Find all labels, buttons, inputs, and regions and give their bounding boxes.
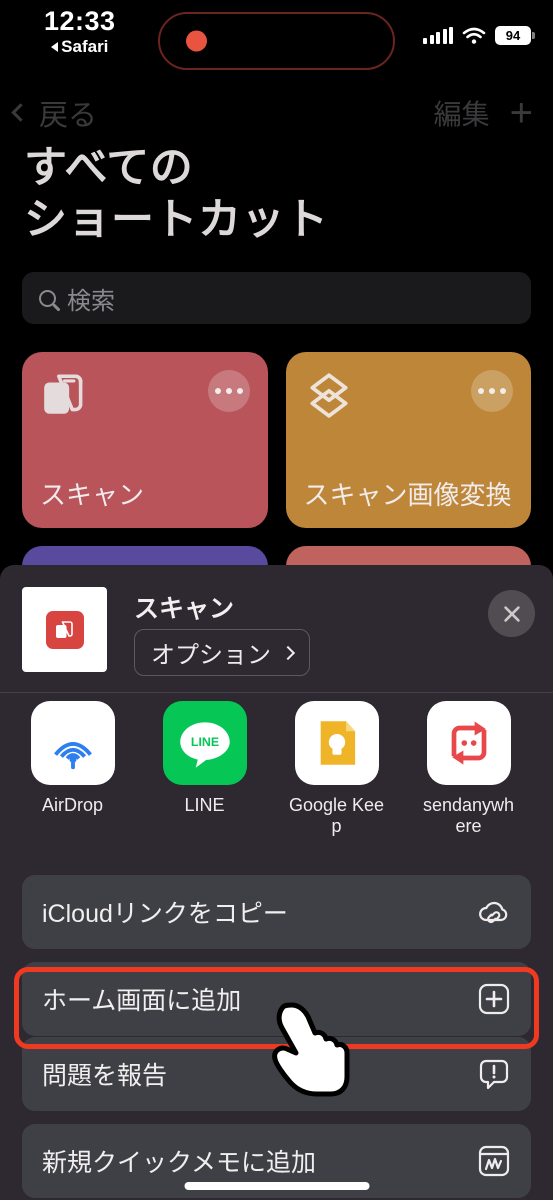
back-app-label: Safari: [61, 37, 109, 56]
shortcut-more-button[interactable]: [471, 370, 513, 412]
action-group: iCloudリンクをコピー: [22, 875, 531, 949]
cloud-link-icon: [479, 901, 508, 924]
action-label: iCloudリンクをコピー: [42, 900, 288, 928]
shortcut-card-label: スキャン: [40, 480, 145, 510]
nav-bar-right-group: 編集 +: [434, 93, 533, 133]
share-app-sendanywhere[interactable]: sendanywhere: [420, 701, 517, 837]
dynamic-island[interactable]: [158, 12, 395, 70]
share-app-line[interactable]: LINE LINE: [156, 701, 253, 816]
action-label: 新規クイックメモに追加: [42, 1149, 317, 1177]
quick-note-icon: [478, 1145, 510, 1177]
status-bar-left: 12:33 Safari: [44, 6, 116, 56]
sendanywhere-icon: [426, 701, 511, 785]
share-app-label: AirDrop: [41, 795, 103, 815]
share-app-row: AirDrop LINE LINE Google Keep sendanywhe…: [0, 701, 553, 841]
back-button[interactable]: 戻る: [11, 92, 98, 134]
options-button-label: オプション: [151, 642, 271, 669]
share-sheet-title: スキャン: [134, 595, 235, 623]
search-input[interactable]: 検索: [67, 281, 115, 316]
status-bar-right: 94: [423, 26, 535, 45]
action-row-add-to-home-screen[interactable]: ホーム画面に追加: [22, 962, 531, 1036]
options-button[interactable]: オプション: [134, 629, 310, 676]
action-label: 問題を報告: [42, 1062, 168, 1090]
action-label: ホーム画面に追加: [42, 987, 242, 1015]
document-scan-icon: [44, 374, 83, 414]
shortcut-grid: スキャン スキャン画像変換: [22, 352, 531, 586]
svg-text:LINE: LINE: [190, 735, 218, 749]
navigation-bar: 戻る 編集 +: [0, 85, 553, 140]
page-title: すべての ショートカット: [24, 142, 544, 247]
share-action-list: iCloudリンクをコピー ホーム画面に追加 問題を報告 新規クイックメモに追加: [22, 875, 531, 1200]
shortcut-more-button[interactable]: [207, 370, 250, 412]
share-app-google-keep[interactable]: Google Keep: [288, 701, 385, 837]
line-icon: LINE: [162, 701, 247, 785]
share-app-label: Google Keep: [288, 795, 385, 837]
chevron-left-icon: [11, 103, 30, 122]
search-field[interactable]: 検索: [22, 272, 531, 324]
add-shortcut-button[interactable]: +: [510, 93, 533, 133]
iphone-screen: 12:33 Safari 94 戻る 編集 + すべての ショートカット 検索 …: [0, 0, 553, 1200]
action-row-copy-icloud-link[interactable]: iCloudリンクをコピー: [22, 875, 531, 949]
action-row-report-problem[interactable]: 問題を報告: [22, 1037, 531, 1111]
search-icon: [39, 289, 56, 307]
screen-recording-dot-icon: [186, 30, 207, 52]
share-app-label: LINE: [184, 795, 225, 815]
back-arrow-icon: [51, 41, 59, 52]
chevron-right-icon: [280, 645, 296, 660]
cellular-bars-icon: [423, 27, 453, 44]
page-title-line-1: すべての: [24, 144, 194, 192]
clock: 12:33: [44, 6, 116, 36]
close-button[interactable]: [488, 590, 535, 637]
shortcut-thumbnail: [22, 587, 107, 672]
plus-square-icon: [478, 983, 510, 1015]
document-scan-icon: [45, 610, 84, 649]
layers-diamond-icon: [309, 373, 348, 418]
edit-button[interactable]: 編集: [434, 93, 490, 133]
share-app-label: sendanywhere: [422, 795, 515, 837]
airdrop-icon: [30, 701, 115, 785]
share-sheet-header: スキャン オプション: [0, 565, 553, 693]
shortcut-card-label: スキャン画像変換: [303, 480, 512, 510]
home-indicator: [184, 1182, 369, 1190]
battery-icon: 94: [495, 26, 535, 45]
share-sheet: スキャン オプション AirDrop LINE LINE Google Keep…: [0, 565, 553, 1200]
share-app-airdrop[interactable]: AirDrop: [24, 701, 121, 816]
back-to-app-indicator[interactable]: Safari: [51, 38, 108, 55]
shortcut-card-scan[interactable]: スキャン: [22, 352, 268, 528]
google-keep-icon: [294, 701, 379, 785]
wifi-icon: [462, 27, 486, 44]
status-bar: 12:33 Safari 94: [0, 0, 553, 70]
shortcut-card-scan-image-convert[interactable]: スキャン画像変換: [285, 352, 531, 528]
back-button-label: 戻る: [39, 99, 98, 132]
battery-level: 94: [505, 28, 521, 43]
page-title-line-2: ショートカット: [24, 196, 329, 245]
close-icon: [503, 605, 520, 622]
action-group: ホーム画面に追加 問題を報告: [22, 962, 531, 1111]
exclamation-bubble-icon: [479, 1059, 509, 1090]
